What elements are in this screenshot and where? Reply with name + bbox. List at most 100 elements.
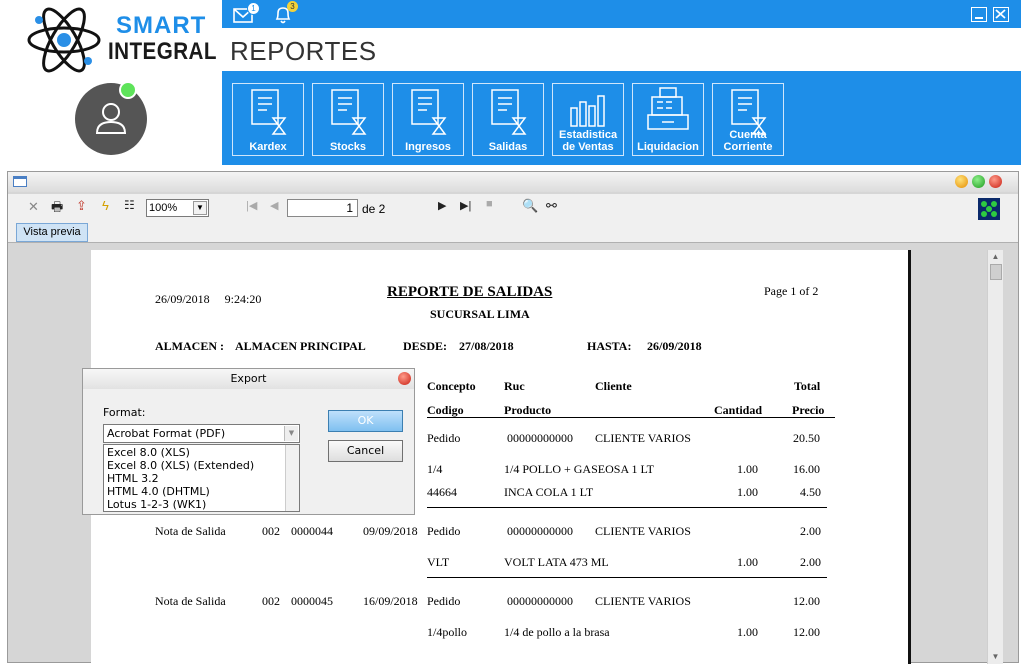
ribbon-button-kardex[interactable]: Kardex xyxy=(232,83,304,156)
group-divider xyxy=(427,577,827,578)
group-doc: Nota de Salida xyxy=(155,524,226,538)
format-select[interactable]: Acrobat Format (PDF) ▼ xyxy=(103,424,300,443)
col-header-cantidad: Cantidad xyxy=(714,403,763,417)
group-concepto: Pedido xyxy=(427,431,461,445)
desde-value: 27/08/2018 xyxy=(459,339,514,353)
export-dialog-title: Export xyxy=(83,369,414,389)
group-fecha: 16/09/2018 xyxy=(363,594,418,608)
format-option[interactable]: Excel 8.0 (XLS) xyxy=(107,446,190,459)
close-report-button[interactable]: ✕ xyxy=(28,199,39,215)
report-title: REPORTE DE SALIDAS xyxy=(387,284,553,300)
user-icon xyxy=(95,103,127,134)
report-datetime: 26/09/2018 9:24:20 xyxy=(155,292,262,306)
tab-vista-previa[interactable]: Vista previa xyxy=(16,223,88,242)
hasta-label: HASTA: xyxy=(587,339,632,353)
desde-label: DESDE: xyxy=(403,339,448,353)
crystal-logo-icon xyxy=(978,198,1000,220)
previous-page-button[interactable]: ◀ xyxy=(270,199,278,212)
scroll-thumb[interactable] xyxy=(990,264,1002,280)
window-minimize-button[interactable] xyxy=(955,175,968,188)
col-header-codigo: Codigo xyxy=(427,403,464,417)
close-button[interactable] xyxy=(993,7,1009,22)
group-concepto: Pedido xyxy=(427,524,461,538)
minimize-button[interactable] xyxy=(971,7,987,22)
item-codigo: 44664 xyxy=(427,485,457,499)
ribbon-label: Cuenta Corriente xyxy=(723,129,773,153)
group-ruc: 00000000000 xyxy=(507,431,573,445)
group-cliente: CLIENTE VARIOS xyxy=(595,431,691,445)
document-hourglass-icon xyxy=(331,89,367,135)
page-number-value: 1 xyxy=(346,201,353,215)
ok-button[interactable]: OK xyxy=(328,410,403,432)
viewer-toolbar: ✕ 🖶 ⇪ ϟ ☷ 100% ▼ |◀ ◀ 1 de 2 ▶ ▶| ■ 🔍 ⚯ xyxy=(8,194,1018,222)
format-label: Format: xyxy=(103,406,146,419)
zoom-value: 100% xyxy=(149,202,178,214)
mail-count-badge: 1 xyxy=(247,2,260,15)
mail-button[interactable]: 1 xyxy=(233,2,260,23)
group-doc: Nota de Salida xyxy=(155,594,226,608)
ribbon-button-stocks[interactable]: Stocks xyxy=(312,83,384,156)
item-cantidad: 1.00 xyxy=(737,555,758,569)
group-divider xyxy=(427,507,827,508)
page-number-input[interactable]: 1 xyxy=(287,199,358,217)
window-icon xyxy=(13,176,27,187)
format-selected-value: Acrobat Format (PDF) xyxy=(107,427,226,440)
ribbon-button-liquidacion[interactable]: Liquidacion xyxy=(632,83,704,156)
zoom-select[interactable]: 100% ▼ xyxy=(146,199,209,217)
group-numero: 0000045 xyxy=(291,594,333,608)
group-ruc: 00000000000 xyxy=(507,594,573,608)
item-precio: 2.00 xyxy=(800,555,821,569)
page-count-label: de 2 xyxy=(362,202,386,216)
ribbon-label: Kardex xyxy=(249,141,287,153)
ribbon-button-estadistica-ventas[interactable]: Estadistica de Ventas xyxy=(552,83,624,156)
format-dropdown-arrow[interactable]: ▼ xyxy=(284,426,298,441)
notification-count-badge: 3 xyxy=(287,1,298,12)
header-divider xyxy=(427,417,835,418)
ribbon-label: Salidas xyxy=(488,141,528,153)
item-precio: 4.50 xyxy=(800,485,821,499)
window-close-button[interactable] xyxy=(989,175,1002,188)
window-maximize-button[interactable] xyxy=(972,175,985,188)
first-page-button[interactable]: |◀ xyxy=(246,199,257,212)
almacen-value: ALMACEN PRINCIPAL xyxy=(235,339,366,353)
cancel-button[interactable]: Cancel xyxy=(328,440,403,462)
item-producto: VOLT LATA 473 ML xyxy=(504,555,609,569)
online-status-dot xyxy=(119,81,137,99)
scroll-down-arrow[interactable]: ▼ xyxy=(988,650,1003,664)
scroll-up-arrow[interactable]: ▲ xyxy=(988,250,1003,264)
format-option[interactable]: HTML 4.0 (DHTML) xyxy=(107,485,210,498)
report-scrollbar[interactable]: ▲ ▼ xyxy=(987,250,1003,664)
refresh-button[interactable]: ϟ xyxy=(102,198,109,213)
notifications-button[interactable]: 3 xyxy=(274,1,298,24)
stop-button[interactable]: ■ xyxy=(486,198,493,210)
print-button[interactable]: 🖶 xyxy=(51,198,63,220)
format-options-list[interactable]: Excel 8.0 (XLS) Excel 8.0 (XLS) (Extende… xyxy=(103,444,300,512)
format-option[interactable]: Lotus 1-2-3 (WK1) xyxy=(107,498,206,511)
find-binoculars-button[interactable]: ⚯ xyxy=(546,198,557,214)
cash-register-icon xyxy=(647,87,689,130)
group-cliente: CLIENTE VARIOS xyxy=(595,524,691,538)
avatar[interactable] xyxy=(75,81,147,155)
group-ruc: 00000000000 xyxy=(507,524,573,538)
bar-chart-icon xyxy=(570,95,605,127)
ribbon-button-ingresos[interactable]: Ingresos xyxy=(392,83,464,156)
format-list-scrollbar[interactable] xyxy=(285,445,299,511)
document-hourglass-icon xyxy=(491,89,527,135)
format-option[interactable]: Excel 8.0 (XLS) (Extended) xyxy=(107,459,254,472)
group-serie: 002 xyxy=(262,524,280,538)
item-cantidad: 1.00 xyxy=(737,485,758,499)
ribbon-button-cuenta-corriente[interactable]: Cuenta Corriente xyxy=(712,83,784,156)
export-button[interactable]: ⇪ xyxy=(76,198,87,214)
group-serie: 002 xyxy=(262,594,280,608)
format-option[interactable]: HTML 3.2 xyxy=(107,472,159,485)
item-cantidad: 1.00 xyxy=(737,625,758,639)
ribbon-label: Ingresos xyxy=(405,141,451,153)
next-page-button[interactable]: ▶ xyxy=(438,199,446,212)
last-page-button[interactable]: ▶| xyxy=(460,199,471,212)
export-dialog: Export Format: Acrobat Format (PDF) ▼ Ex… xyxy=(82,368,415,515)
ribbon-button-salidas[interactable]: Salidas xyxy=(472,83,544,156)
group-concepto: Pedido xyxy=(427,594,461,608)
dialog-close-button[interactable] xyxy=(398,372,411,385)
group-tree-button[interactable]: ☷ xyxy=(124,198,135,212)
search-text-button[interactable]: 🔍 xyxy=(522,198,538,214)
